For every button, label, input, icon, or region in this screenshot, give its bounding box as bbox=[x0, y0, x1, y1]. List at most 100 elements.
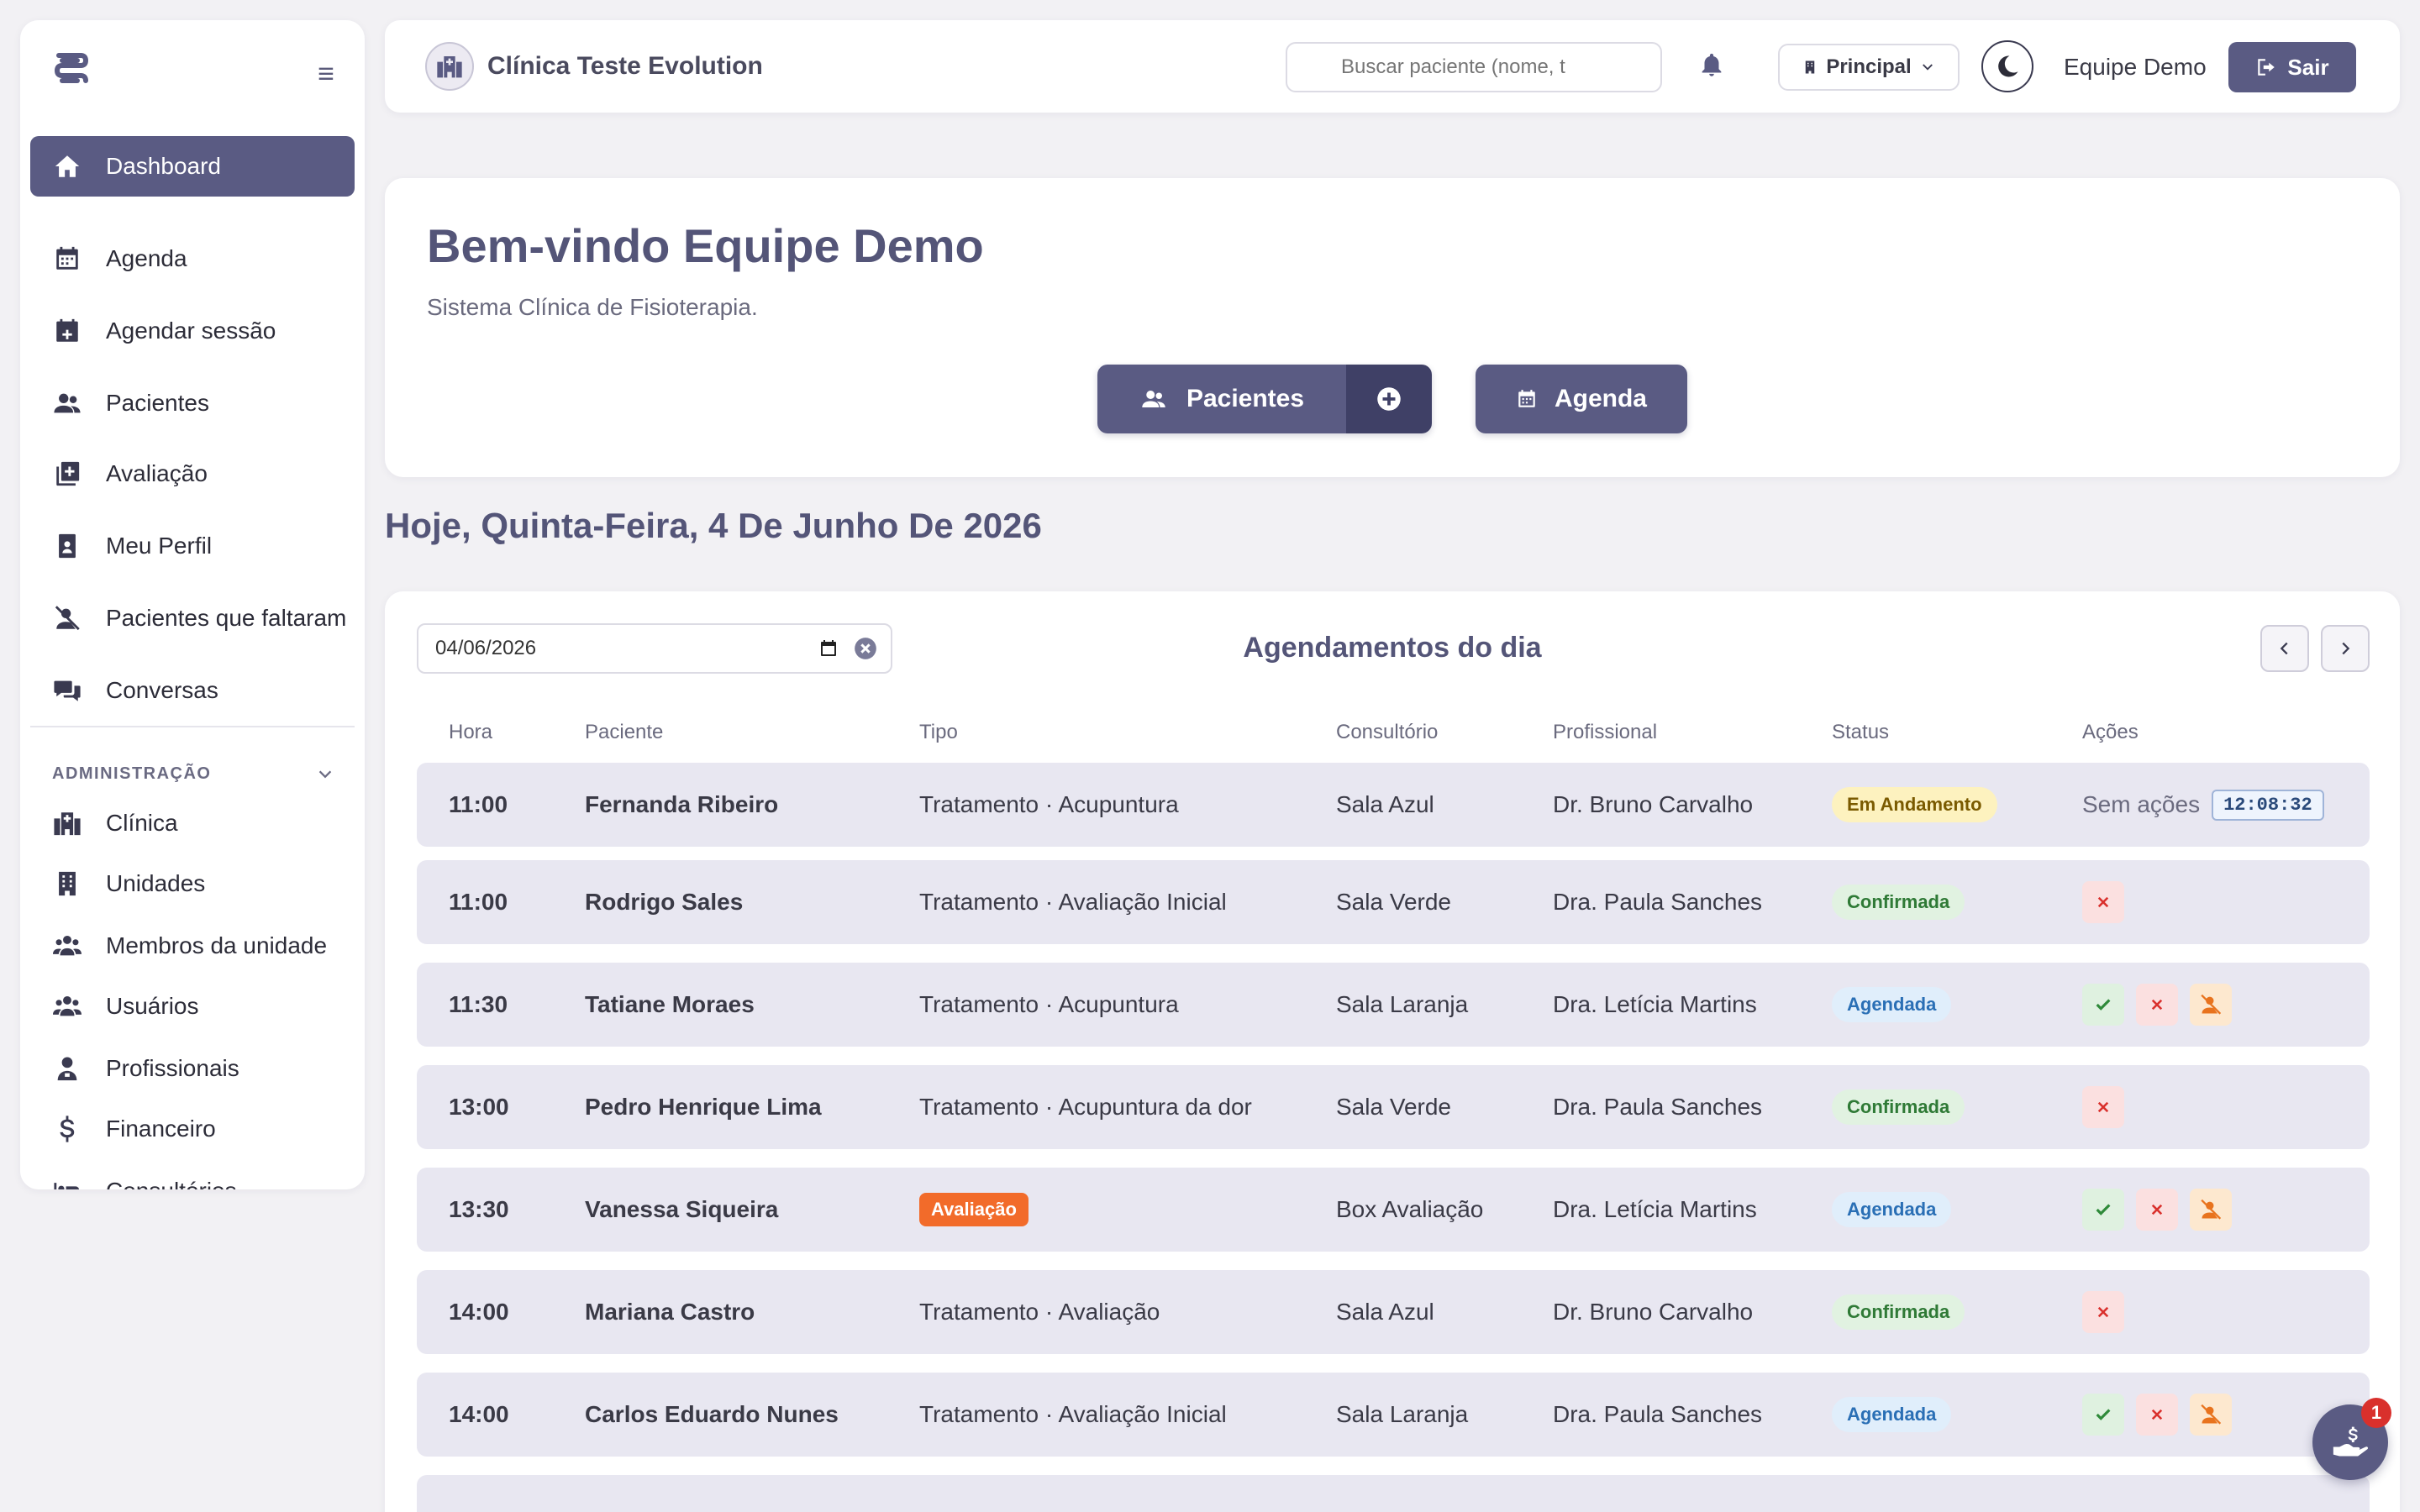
table-row[interactable]: 11:30 Tatiane Moraes Tratamento · Acupun… bbox=[417, 963, 2370, 1047]
cancel-button[interactable] bbox=[2082, 1291, 2124, 1333]
user-slash-icon bbox=[2201, 994, 2222, 1015]
table-row[interactable]: 14:00 Carlos Eduardo Nunes Tratamento · … bbox=[417, 1373, 2370, 1457]
sidebar-item-membros[interactable]: Membros da unidade bbox=[30, 921, 355, 971]
add-patient-button[interactable] bbox=[1346, 365, 1432, 433]
mark-absent-button[interactable] bbox=[2190, 1189, 2232, 1231]
users-icon bbox=[49, 389, 86, 417]
confirm-button[interactable] bbox=[2082, 984, 2124, 1026]
sidebar-item-consultorios[interactable]: Consultórios bbox=[30, 1166, 355, 1189]
row-paciente[interactable]: Mariana Castro bbox=[585, 1270, 755, 1354]
check-icon bbox=[2096, 1204, 2111, 1215]
sidebar-item-profissionais[interactable]: Profissionais bbox=[30, 1043, 355, 1094]
sidebar-item-meu-perfil[interactable]: Meu Perfil bbox=[30, 516, 355, 576]
row-consultorio: Sala Verde bbox=[1336, 889, 1451, 915]
sidebar-item-conversas[interactable]: Conversas bbox=[30, 660, 355, 721]
cancel-button[interactable] bbox=[2136, 984, 2178, 1026]
row-hora: 11:00 bbox=[449, 889, 508, 915]
row-consultorio: Sala Verde bbox=[1336, 1094, 1451, 1120]
sidebar-item-avaliacao[interactable]: Avaliação bbox=[30, 444, 355, 504]
bed-icon bbox=[49, 1177, 86, 1189]
sidebar-item-unidades[interactable]: Unidades bbox=[30, 858, 355, 909]
users-icon bbox=[1142, 391, 1165, 407]
row-tipo: Tratamento · Avaliação Inicial bbox=[919, 889, 1227, 915]
bell-icon[interactable] bbox=[1697, 50, 1726, 85]
row-paciente[interactable]: Fernanda Ribeiro bbox=[585, 763, 778, 847]
sidebar-item-agenda[interactable]: Agenda bbox=[30, 228, 355, 289]
sidebar-item-label: Financeiro bbox=[106, 1116, 216, 1142]
row-acoes bbox=[2082, 1168, 2232, 1252]
table-row[interactable]: 13:30 Vanessa Siqueira Avaliação Box Ava… bbox=[417, 1168, 2370, 1252]
user-doctor-icon bbox=[49, 1054, 86, 1083]
row-acoes bbox=[2082, 1065, 2124, 1149]
patients-button-label: Pacientes bbox=[1186, 385, 1305, 412]
agenda-button[interactable]: Agenda bbox=[1476, 365, 1687, 433]
row-consultorio: Sala Azul bbox=[1336, 1299, 1434, 1325]
mark-absent-button[interactable] bbox=[2190, 984, 2232, 1026]
row-paciente[interactable]: Pedro Henrique Lima bbox=[585, 1065, 822, 1149]
sidebar-header: ≡ bbox=[20, 20, 365, 108]
sidebar-item-pacientes[interactable]: Pacientes bbox=[30, 373, 355, 433]
sidebar-item-agendar-sessao[interactable]: Agendar sessão bbox=[30, 301, 355, 361]
table-row[interactable]: 13:00 Pedro Henrique Lima Tratamento · A… bbox=[417, 1065, 2370, 1149]
chevron-left-icon bbox=[2280, 642, 2288, 655]
clinic-name: Clínica Teste Evolution bbox=[487, 52, 763, 80]
row-tipo: Tratamento · Acupuntura bbox=[919, 991, 1179, 1017]
row-status: Agendada bbox=[1832, 1168, 1952, 1252]
row-acoes bbox=[2082, 860, 2124, 944]
welcome-title: Bem-vindo Equipe Demo bbox=[427, 219, 984, 272]
row-paciente[interactable]: Rodrigo Sales bbox=[585, 860, 743, 944]
user-name[interactable]: Equipe Demo bbox=[2064, 54, 2207, 81]
id-badge-icon bbox=[49, 532, 86, 560]
row-paciente[interactable]: Vanessa Siqueira bbox=[585, 1168, 778, 1252]
no-actions-text: Sem ações bbox=[2082, 791, 2201, 817]
unit-select[interactable]: Principal bbox=[1778, 44, 1960, 91]
unit-select-value: Principal bbox=[1826, 55, 1912, 78]
chevron-right-icon bbox=[2342, 642, 2350, 655]
chevron-down-icon[interactable] bbox=[316, 765, 334, 784]
col-paciente: Paciente bbox=[585, 721, 664, 743]
sidebar-item-clinica[interactable]: Clínica bbox=[30, 798, 355, 848]
cancel-button[interactable] bbox=[2136, 1394, 2178, 1436]
row-paciente[interactable]: Carlos Eduardo Nunes bbox=[585, 1373, 839, 1457]
prev-day-button[interactable] bbox=[2260, 625, 2309, 672]
calendar-icon bbox=[49, 244, 86, 273]
mark-absent-button[interactable] bbox=[2190, 1394, 2232, 1436]
cancel-button[interactable] bbox=[2082, 1086, 2124, 1128]
agenda-button-label: Agenda bbox=[1554, 385, 1647, 412]
table-row[interactable]: 14:00 Mariana Castro Tratamento · Avalia… bbox=[417, 1270, 2370, 1354]
patients-button[interactable]: Pacientes bbox=[1097, 365, 1346, 433]
row-acoes bbox=[2082, 1270, 2124, 1354]
cancel-button[interactable] bbox=[2136, 1189, 2178, 1231]
sidebar-item-dashboard[interactable]: Dashboard bbox=[30, 136, 355, 197]
session-timer: 12:08:32 bbox=[2212, 789, 2324, 821]
col-tipo: Tipo bbox=[919, 721, 958, 743]
row-status: Confirmada bbox=[1832, 860, 1965, 944]
col-acoes: Ações bbox=[2082, 721, 2139, 743]
sidebar-section-admin[interactable]: ADMINISTRAÇÃO bbox=[52, 764, 334, 784]
confirm-button[interactable] bbox=[2082, 1189, 2124, 1231]
app-logo-icon[interactable] bbox=[52, 50, 89, 86]
close-icon bbox=[2097, 1306, 2109, 1318]
cancel-button[interactable] bbox=[2082, 881, 2124, 923]
sidebar-item-label: Profissionais bbox=[106, 1055, 239, 1081]
sidebar-item-financeiro[interactable]: Financeiro bbox=[30, 1104, 355, 1154]
row-profissional: Dra. Letícia Martins bbox=[1553, 991, 1757, 1017]
table-row[interactable]: 11:00 Fernanda Ribeiro Tratamento · Acup… bbox=[417, 763, 2370, 847]
search-input[interactable] bbox=[1286, 42, 1662, 92]
sidebar-item-usuarios[interactable]: Usuários bbox=[30, 981, 355, 1032]
table-row[interactable] bbox=[417, 1475, 2370, 1512]
row-status: Em Andamento bbox=[1832, 763, 1997, 847]
clinic-icon bbox=[425, 42, 474, 91]
theme-toggle-button[interactable] bbox=[1981, 40, 2033, 92]
row-acoes bbox=[2082, 963, 2232, 1047]
table-row[interactable]: 11:00 Rodrigo Sales Tratamento · Avaliaç… bbox=[417, 860, 2370, 944]
close-icon bbox=[2097, 896, 2109, 908]
confirm-button[interactable] bbox=[2082, 1394, 2124, 1436]
row-paciente[interactable]: Tatiane Moraes bbox=[585, 963, 755, 1047]
next-day-button[interactable] bbox=[2321, 625, 2370, 672]
sidebar-item-label: Usuários bbox=[106, 993, 199, 1019]
sidebar-item-pacientes-que-faltaram[interactable]: Pacientes que faltaram bbox=[30, 588, 355, 648]
logout-button[interactable]: Sair bbox=[2228, 42, 2356, 92]
users-group-icon bbox=[49, 932, 86, 960]
row-hora: 11:30 bbox=[449, 991, 508, 1017]
